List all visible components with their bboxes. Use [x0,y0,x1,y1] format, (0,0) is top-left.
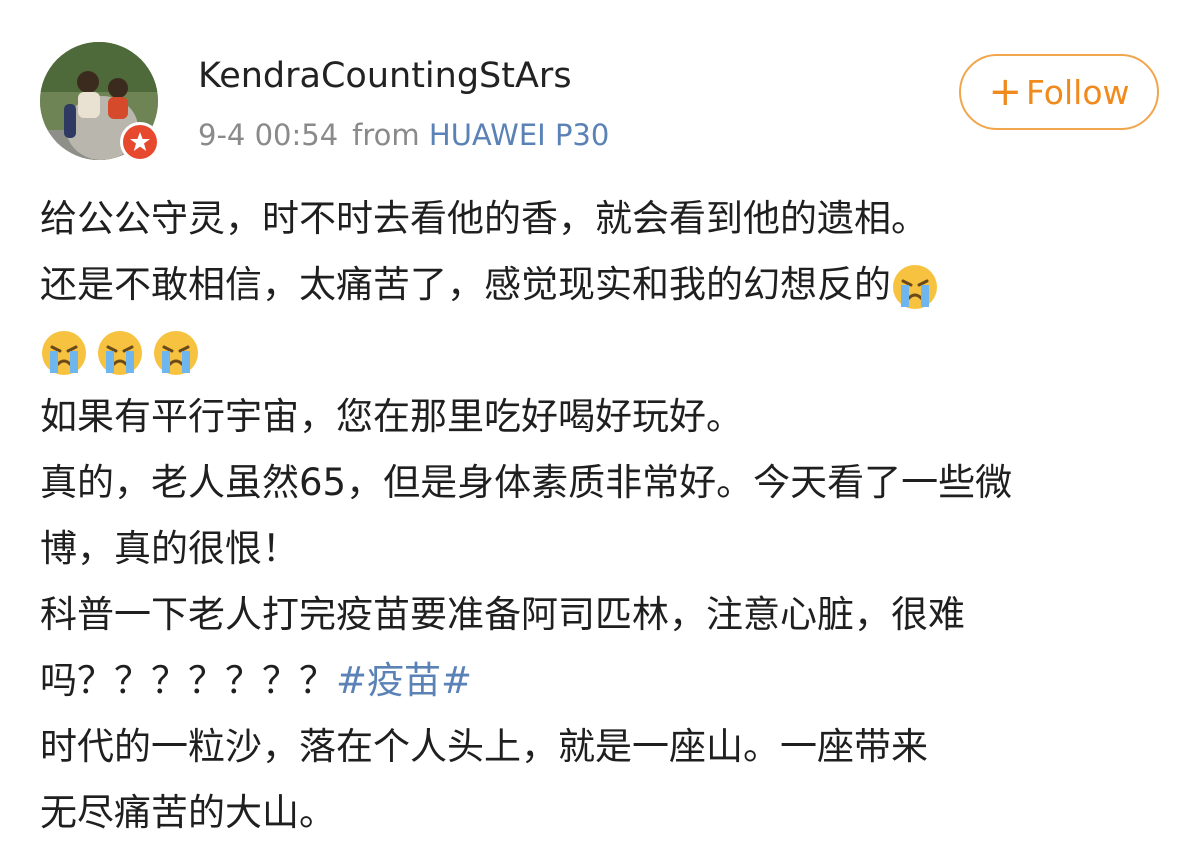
content-line: 如果有平行宇宙，您在那里吃好喝好玩好。 [40,395,743,438]
post-meta: 9-4 00:54 from HUAWEI P30 [198,118,609,152]
weibo-verified-icon [120,122,160,162]
content-line: 吗？？？？？？？#疫苗# [40,648,1170,714]
content-line: 真的，老人虽然65，但是身体素质非常好。今天看了一些微 [40,461,1013,504]
crying-face-emoji [98,330,142,375]
content-line: 还是不敢相信，太痛苦了，感觉现实和我的幻想反的 [40,252,1170,318]
crying-face-emoji [893,264,937,309]
content-text: 还是不敢相信，太痛苦了，感觉现实和我的幻想反的 [40,263,891,306]
author-name[interactable]: KendraCountingStArs [198,56,572,96]
device-link[interactable]: HUAWEI P30 [429,118,609,152]
content-line: 科普一下老人打完疫苗要准备阿司匹林，注意心脏，很难 [40,593,965,636]
content-line: 无尽痛苦的大山。 [40,791,336,834]
crying-face-emoji [42,330,86,375]
content-text: 吗？？？？？？？ [40,659,336,702]
content-line: 博，真的很恨！ [40,527,299,570]
follow-button[interactable]: + Follow [959,54,1159,130]
from-label: from [352,118,420,152]
post-content: 给公公守灵，时不时去看他的香，就会看到他的遗相。 还是不敢相信，太痛苦了，感觉现… [40,186,1170,846]
emoji-line [40,318,1170,384]
plus-icon: + [988,69,1022,115]
content-line: 给公公守灵，时不时去看他的香，就会看到他的遗相。 [40,197,928,240]
crying-face-emoji [154,330,198,375]
follow-label: Follow [1026,72,1130,112]
content-line: 时代的一粒沙，落在个人头上，就是一座山。一座带来 [40,725,928,768]
hashtag-link[interactable]: #疫苗# [336,659,472,702]
post-time: 9-4 00:54 [198,118,339,152]
